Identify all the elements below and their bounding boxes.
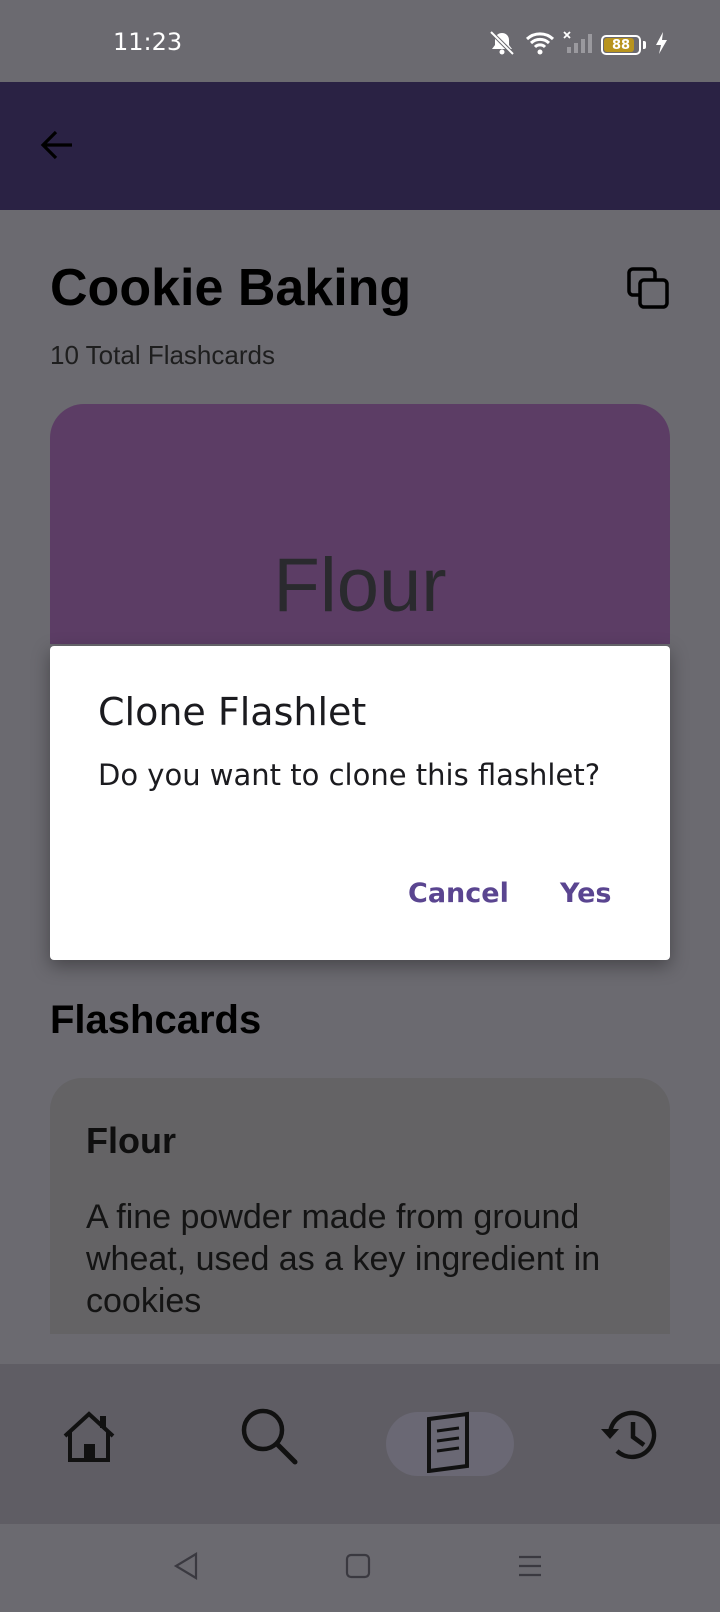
page-title: Cookie Baking [50, 259, 412, 317]
list-item[interactable]: Flour A fine powder made from ground whe… [50, 1078, 670, 1334]
back-button[interactable] [32, 122, 82, 172]
home-icon [59, 1408, 119, 1469]
flashcard-preview-text: Flour [273, 543, 447, 628]
yes-button[interactable]: Yes [560, 878, 611, 909]
battery-tip [643, 41, 646, 49]
nav-search[interactable] [214, 1400, 324, 1476]
nav-home[interactable] [34, 1400, 144, 1476]
system-menu-button[interactable] [508, 1546, 552, 1590]
search-icon [238, 1405, 300, 1472]
cancel-button[interactable]: Cancel [408, 878, 509, 909]
battery-level: 88 [611, 37, 631, 53]
app-bar [0, 82, 720, 210]
flashcards-icon [425, 1411, 475, 1478]
charging-icon [654, 31, 668, 60]
menu-lines-icon [516, 1552, 544, 1585]
mute-icon [487, 30, 517, 61]
home-square-icon [344, 1552, 372, 1585]
status-time: 11:23 [113, 28, 183, 56]
system-back-button[interactable] [164, 1546, 208, 1590]
clone-dialog: Clone Flashlet Do you want to clone this… [50, 646, 670, 960]
section-title: Flashcards [50, 998, 262, 1042]
battery-icon: 88 [601, 35, 641, 55]
nav-flashlets[interactable] [386, 1411, 514, 1478]
nav-history[interactable] [574, 1400, 684, 1476]
dialog-title: Clone Flashlet [98, 690, 367, 734]
status-icons: 88 [487, 30, 668, 60]
flashcard-definition: A fine powder made from ground wheat, us… [86, 1198, 601, 1320]
system-navigation-bar [0, 1524, 720, 1612]
wifi-icon [525, 31, 555, 60]
clone-button[interactable] [620, 262, 676, 318]
flashcard-term: Flour [86, 1120, 176, 1161]
flashcard-preview[interactable]: Flour [50, 404, 670, 644]
copy-icon [626, 266, 670, 315]
dialog-message: Do you want to clone this flashlet? [98, 758, 601, 792]
back-triangle-icon [172, 1551, 200, 1586]
bottom-navigation [0, 1364, 720, 1524]
total-flashcards-count: 10 Total Flashcards [50, 340, 275, 370]
arrow-back-icon [39, 129, 75, 166]
system-home-button[interactable] [336, 1546, 380, 1590]
history-icon [598, 1407, 660, 1470]
no-signal-icon [563, 30, 593, 60]
